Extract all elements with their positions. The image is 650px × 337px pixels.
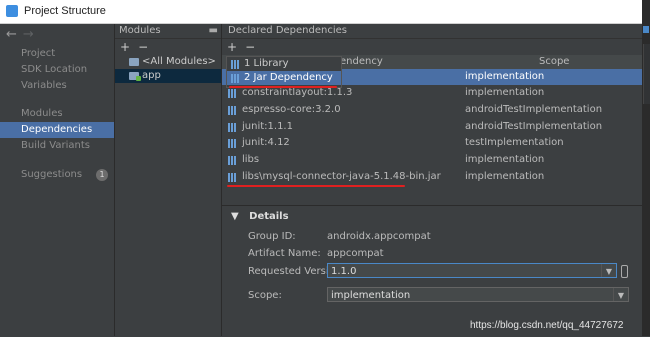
strip-marker bbox=[643, 26, 649, 33]
right-edge-strip bbox=[642, 0, 650, 336]
library-icon bbox=[231, 60, 240, 69]
dependency-name: espresso-core:3.2.0 bbox=[242, 104, 341, 115]
column-header-dependency[interactable]: endency bbox=[340, 56, 383, 67]
menu-item-jar-dependency[interactable]: 2 Jar Dependency bbox=[227, 71, 341, 85]
watermark: https://blog.csdn.net/qq_44727672 bbox=[470, 320, 624, 331]
dependency-scope: testImplementation bbox=[465, 137, 564, 148]
group-id-label: Group ID: bbox=[248, 231, 296, 242]
menu-item-library-dependency[interactable]: 1 Library Dependency bbox=[227, 57, 341, 83]
requested-version-value: 1.1.0 bbox=[331, 266, 357, 277]
modules-header-label: Modules bbox=[119, 25, 161, 36]
sidebar-item-label: Project bbox=[21, 48, 56, 59]
dependency-scope: implementation bbox=[465, 87, 545, 98]
library-icon bbox=[228, 123, 237, 132]
scope-label: Scope: bbox=[248, 290, 282, 301]
forward-arrow-icon[interactable]: → bbox=[23, 27, 34, 42]
sidebar-item-variables[interactable]: Variables bbox=[0, 78, 114, 94]
modules-toolbar: + − bbox=[115, 39, 221, 55]
module-item-app[interactable]: app bbox=[115, 69, 221, 83]
sidebar-item-dependencies[interactable]: Dependencies bbox=[0, 122, 114, 138]
dependencies-toolbar: + − bbox=[222, 39, 642, 55]
dependency-scope: implementation bbox=[465, 171, 545, 182]
library-icon bbox=[228, 156, 237, 165]
artifact-name-value: appcompat bbox=[327, 248, 384, 259]
details-header-label: Details bbox=[249, 211, 289, 222]
table-row[interactable]: espresso-core:3.2.0 androidTestImplement… bbox=[222, 102, 642, 118]
dependency-name: libs bbox=[242, 154, 260, 165]
requested-version-field[interactable]: 1.1.0 ▼ bbox=[327, 263, 617, 278]
sidebar-item-label: Dependencies bbox=[21, 124, 93, 135]
column-header-scope[interactable]: Scope bbox=[539, 56, 569, 67]
sidebar-item-sdk-location[interactable]: SDK Location bbox=[0, 62, 114, 78]
library-icon bbox=[228, 139, 237, 148]
module-item-label: <All Modules> bbox=[142, 56, 216, 67]
dependency-scope: androidTestImplementation bbox=[465, 121, 603, 132]
scope-value: implementation bbox=[331, 290, 411, 301]
sidebar: ← → Project SDK Location Variables Module… bbox=[0, 24, 115, 336]
artifact-name-label: Artifact Name: bbox=[248, 248, 321, 259]
library-icon bbox=[228, 89, 237, 98]
dependencies-header: Declared Dependencies bbox=[222, 24, 642, 39]
dependency-scope: implementation bbox=[465, 154, 545, 165]
sidebar-item-label: Modules bbox=[21, 108, 63, 119]
annotation-underline bbox=[229, 86, 337, 88]
details-panel: ▼ Details Group ID: androidx.appcompat A… bbox=[222, 205, 642, 337]
version-info-icon[interactable] bbox=[621, 265, 628, 278]
folder-icon bbox=[129, 58, 139, 66]
library-icon bbox=[228, 106, 237, 115]
chevron-down-icon[interactable]: ▼ bbox=[613, 288, 628, 301]
table-row[interactable]: junit:4.12 testImplementation bbox=[222, 135, 642, 151]
remove-dependency-button[interactable]: − bbox=[245, 40, 255, 54]
table-row[interactable]: libs implementation bbox=[222, 152, 642, 168]
details-header[interactable]: ▼ Details bbox=[231, 211, 289, 222]
sidebar-item-project[interactable]: Project bbox=[0, 46, 114, 62]
group-id-value: androidx.appcompat bbox=[327, 231, 431, 242]
table-row[interactable]: junit:1.1.1 androidTestImplementation bbox=[222, 119, 642, 135]
sidebar-item-label: Build Variants bbox=[21, 140, 90, 151]
table-row[interactable]: libs\mysql-connector-java-5.1.48-bin.jar… bbox=[222, 169, 642, 185]
dependency-scope: androidTestImplementation bbox=[465, 104, 603, 115]
sidebar-item-modules[interactable]: Modules bbox=[0, 106, 114, 122]
jar-icon bbox=[231, 74, 240, 83]
add-module-button[interactable]: + bbox=[120, 40, 130, 54]
title-bar: Project Structure bbox=[0, 0, 642, 24]
module-item-label: app bbox=[142, 70, 161, 81]
modules-panel: Modules ▬ + − <All Modules> app bbox=[115, 24, 222, 336]
module-item-all[interactable]: <All Modules> bbox=[115, 55, 221, 69]
dependency-scope: implementation bbox=[465, 71, 545, 82]
window-title: Project Structure bbox=[24, 5, 106, 17]
remove-module-button[interactable]: − bbox=[138, 40, 148, 54]
modules-header: Modules ▬ bbox=[115, 24, 221, 39]
dependency-name: junit:1.1.1 bbox=[242, 121, 293, 132]
back-arrow-icon[interactable]: ← bbox=[6, 27, 17, 42]
minimize-icon[interactable]: ▬ bbox=[209, 24, 218, 38]
strip-panel bbox=[643, 44, 650, 104]
sidebar-item-label: Suggestions bbox=[21, 169, 83, 180]
app-icon bbox=[6, 5, 18, 17]
nav-arrows: ← → bbox=[6, 27, 34, 42]
add-dependency-menu: 1 Library Dependency 2 Jar Dependency bbox=[226, 56, 342, 88]
add-dependency-button[interactable]: + bbox=[227, 40, 237, 54]
annotation-underline bbox=[227, 185, 405, 187]
module-folder-icon bbox=[129, 72, 141, 81]
chevron-down-icon[interactable]: ▼ bbox=[601, 264, 616, 277]
dependencies-header-label: Declared Dependencies bbox=[228, 25, 347, 36]
dependency-name: libs\mysql-connector-java-5.1.48-bin.jar bbox=[242, 171, 441, 182]
dependency-name: junit:4.12 bbox=[242, 137, 290, 148]
suggestions-count-badge: 1 bbox=[96, 169, 108, 181]
sidebar-item-suggestions[interactable]: Suggestions 1 bbox=[0, 167, 114, 183]
scope-select[interactable]: implementation ▼ bbox=[327, 287, 629, 302]
menu-item-label: 2 Jar Dependency bbox=[244, 72, 333, 83]
sidebar-item-label: Variables bbox=[21, 80, 67, 91]
sidebar-item-build-variants[interactable]: Build Variants bbox=[0, 138, 114, 154]
library-icon bbox=[228, 173, 237, 182]
sidebar-item-label: SDK Location bbox=[21, 64, 88, 75]
